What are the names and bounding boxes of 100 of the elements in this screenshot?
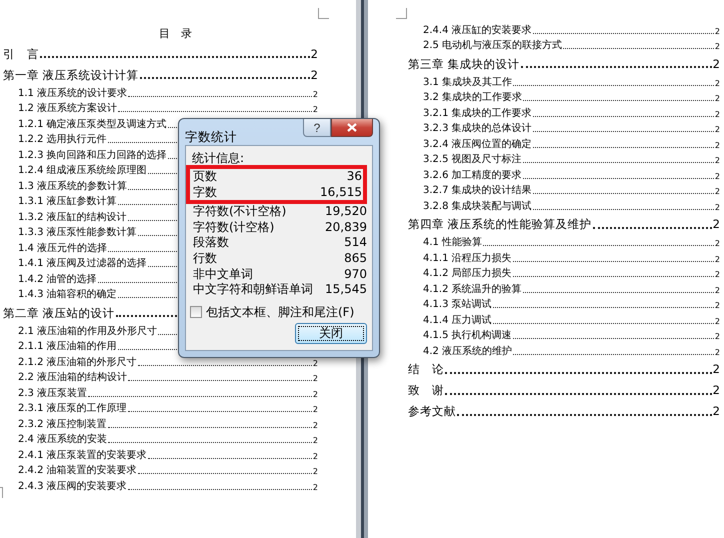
page-number: 2 bbox=[312, 90, 318, 98]
page-number: 2 bbox=[712, 219, 720, 230]
page-number: 2 bbox=[714, 126, 720, 134]
close-dialog-button[interactable]: 关闭 bbox=[295, 323, 367, 344]
page-number: 2 bbox=[714, 80, 720, 88]
toc-entry: 4.2 液压系统的维护 bbox=[423, 346, 512, 356]
toc-entry: 1.3.1 液压缸参数计算 bbox=[18, 197, 117, 207]
page-number: 2 bbox=[714, 302, 720, 310]
toc-entry: 致 谢 bbox=[408, 385, 444, 396]
toc-entry: 1.2 液压系统方案设计 bbox=[18, 104, 118, 114]
toc-entry: 1.3 液压系统的参数计算 bbox=[18, 182, 128, 192]
toc-entry: 1.4.1 液压阀及过滤器的选择 bbox=[18, 259, 147, 269]
toc-entry: 1.1 液压系统的设计要求 bbox=[18, 88, 128, 98]
stat-value: 19,520 bbox=[325, 204, 367, 220]
stat-label: 页数 bbox=[193, 169, 217, 185]
page-number: 2 bbox=[714, 28, 720, 36]
toc-entry: 1.2.4 组成液压系统绘原理图 bbox=[18, 166, 147, 176]
toc-entry: 4.1.2 局部压力损失 bbox=[423, 269, 512, 279]
toc-entry: 2.3.2 液压控制装置 bbox=[18, 420, 107, 430]
toc-entry: 3.2.5 视图及尺寸标注 bbox=[423, 155, 522, 165]
page-number: 2 bbox=[714, 110, 720, 118]
toc-entry: 1.2.3 换向回路和压力回路的选择 bbox=[18, 150, 167, 160]
stat-label: 字符数(不计空格) bbox=[193, 204, 286, 220]
toc-entry: 4.1.2 系统温升的验算 bbox=[423, 284, 522, 294]
toc-entry: 2.4.3 液压阀的安装要求 bbox=[18, 482, 127, 492]
page-number: 2 bbox=[714, 142, 720, 150]
page-number: 2 bbox=[312, 437, 318, 445]
dialog-title: 字数统计 bbox=[185, 129, 238, 146]
page-number: 2 bbox=[714, 256, 720, 264]
toc-entry: 3.2.7 集成块的设计结果 bbox=[423, 186, 532, 196]
toc-entry: 2.3 液压泵装置 bbox=[18, 388, 88, 398]
stat-label: 行数 bbox=[193, 250, 217, 267]
stat-value: 16,515 bbox=[320, 184, 362, 200]
stat-label: 中文字符和朝鲜语单词 bbox=[193, 282, 313, 298]
help-button[interactable]: ? bbox=[303, 119, 331, 137]
page-number: 2 bbox=[312, 406, 318, 414]
stat-value: 514 bbox=[344, 235, 367, 251]
stat-label: 非中文单词 bbox=[193, 266, 253, 282]
toc-entry: 1.2.2 选用执行元件 bbox=[18, 135, 107, 145]
toc-entry: 2.4.1 液压泵装置的安装要求 bbox=[18, 450, 147, 460]
toc-entry: 2.4.4 液压缸的安装要求 bbox=[423, 26, 532, 36]
page-number: 2 bbox=[714, 188, 720, 196]
toc-entry: 结 论 bbox=[408, 364, 444, 376]
toc-entry: 3.2.4 液压阀位置的确定 bbox=[423, 140, 532, 150]
toc-entry: 4.1.3 泵站调试 bbox=[423, 300, 492, 310]
page-number: 2 bbox=[312, 452, 318, 460]
toc-entry: 2.1 液压油箱的作用及外形尺寸 bbox=[18, 326, 158, 336]
toc-entry: 2.4 液压系统的安装 bbox=[18, 435, 108, 445]
page-number: 2 bbox=[714, 172, 720, 180]
close-button[interactable] bbox=[331, 119, 373, 137]
crop-mark-icon bbox=[396, 8, 407, 19]
toc-entry: 第一章 液压系统设计计算 bbox=[3, 70, 139, 81]
toc-heading: 目 录 bbox=[158, 26, 193, 42]
close-icon bbox=[347, 123, 357, 132]
page-number: 2 bbox=[312, 468, 318, 476]
checkbox-label: 包括文本框、脚注和尾注(F) bbox=[206, 304, 354, 321]
toc-entry: 3.2 集成块的工作要求 bbox=[423, 93, 522, 103]
stat-value: 15,545 bbox=[325, 282, 367, 298]
page-number: 2 bbox=[310, 70, 318, 81]
page-number: 2 bbox=[712, 385, 720, 396]
toc-entry: 3.1 集成块及其工作 bbox=[423, 78, 512, 88]
stat-value: 20,839 bbox=[325, 220, 367, 236]
toc-entry: 2.1.2 液压油箱的外形尺寸 bbox=[18, 358, 137, 368]
stat-label: 字数 bbox=[193, 184, 217, 200]
toc-entry: 4.1.1 沿程压力损失 bbox=[423, 254, 512, 264]
stat-value: 865 bbox=[344, 250, 367, 267]
toc-entry: 2.1.1 液压油箱的作用 bbox=[18, 342, 117, 352]
toc-entry: 1.2.1 确定液压泵类型及调速方式 bbox=[18, 120, 167, 130]
toc-entry: 1.4 液压元件的选择 bbox=[18, 244, 108, 254]
toc-entry: 第二章 液压站的设计 bbox=[3, 308, 115, 319]
toc-entry: 1.4.3 油箱容积的确定 bbox=[18, 290, 117, 300]
page-number: 2 bbox=[712, 364, 720, 376]
toc-entry: 1.4.2 油管的选择 bbox=[18, 274, 97, 284]
toc-entry: 1.3.3 液压泵性能参数计算 bbox=[18, 228, 137, 238]
page-number: 2 bbox=[312, 106, 318, 114]
checkbox[interactable] bbox=[190, 306, 202, 318]
toc-entry: 第四章 液压系统的性能验算及维护 bbox=[408, 219, 592, 230]
toc-entry: 3.2.3 集成块的总体设计 bbox=[423, 124, 532, 134]
page-number: 2 bbox=[714, 204, 720, 212]
toc-entry: 2.2 液压油箱的结构设计 bbox=[18, 373, 128, 383]
stat-label: 字符数(计空格) bbox=[193, 220, 274, 236]
toc-entry: 引 言 bbox=[3, 48, 39, 60]
toc-entry: 4.1 性能验算 bbox=[423, 238, 482, 248]
page-number: 2 bbox=[714, 271, 720, 279]
page-number: 2 bbox=[714, 348, 720, 356]
page-number: 2 bbox=[714, 318, 720, 326]
toc-entry: 3.2.1 集成块的工作要求 bbox=[423, 108, 532, 118]
page-number: 2 bbox=[714, 157, 720, 165]
page-number: 2 bbox=[312, 360, 318, 368]
stat-value: 970 bbox=[344, 266, 367, 282]
toc-entry: 2.4.2 油箱装置的安装要求 bbox=[18, 466, 137, 476]
toc-entry: 4.1.4 压力调试 bbox=[423, 316, 492, 326]
page-number: 2 bbox=[712, 406, 720, 418]
page-number: 2 bbox=[714, 240, 720, 248]
stat-label: 段落数 bbox=[193, 235, 229, 251]
page-number: 2 bbox=[312, 484, 318, 492]
toc-entry: 参考文献 bbox=[408, 406, 456, 418]
page-number: 2 bbox=[312, 422, 318, 430]
page-number: 2 bbox=[712, 58, 720, 70]
page-number: 2 bbox=[714, 43, 720, 51]
